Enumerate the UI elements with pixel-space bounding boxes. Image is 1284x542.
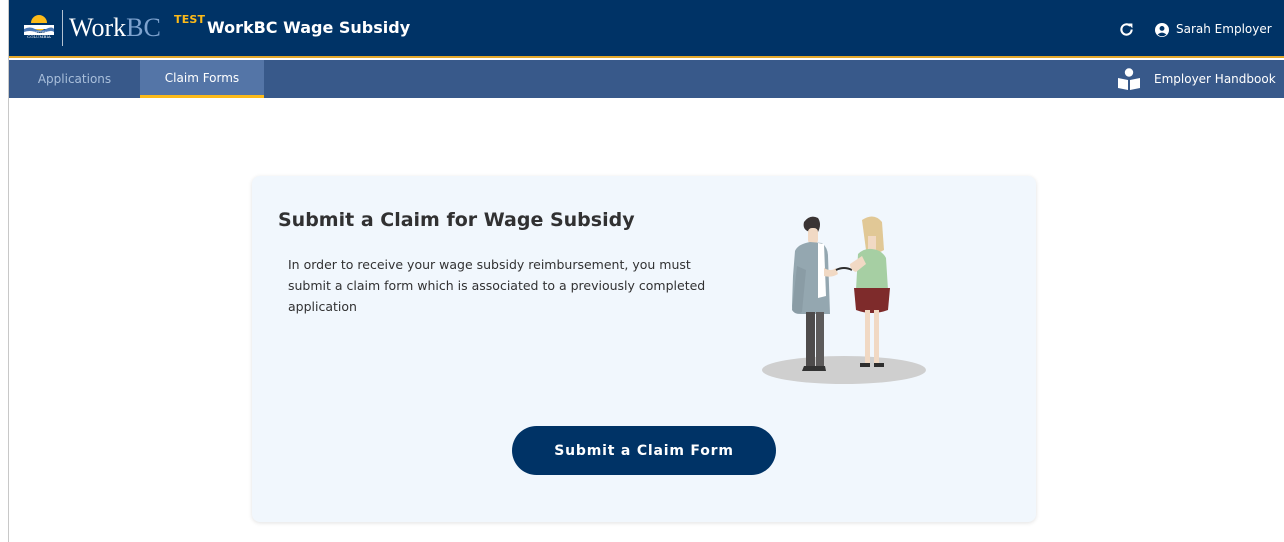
top-header: BRITISH COLUMBIA WorkBC TEST WorkBC Wage…	[9, 0, 1284, 58]
claim-card: Submit a Claim for Wage Subsidy In order…	[252, 176, 1036, 522]
workbc-logo-work: Work	[69, 13, 127, 42]
workbc-logo[interactable]: WorkBC	[69, 12, 161, 44]
refresh-icon[interactable]	[1119, 22, 1134, 37]
workbc-logo-bc: BC	[126, 13, 161, 42]
tab-applications[interactable]: Applications	[9, 60, 140, 98]
main-navigation: Applications Claim Forms Employer Handbo…	[9, 60, 1284, 98]
two-people-handshake-illustration	[762, 216, 926, 384]
app-title: WorkBC Wage Subsidy	[207, 18, 411, 37]
card-title: Submit a Claim for Wage Subsidy	[278, 209, 635, 231]
employer-handbook-link[interactable]: Employer Handbook	[1154, 60, 1276, 98]
logo-divider	[62, 10, 63, 46]
environment-badge: TEST	[174, 13, 206, 26]
submit-claim-form-button[interactable]: Submit a Claim Form	[512, 426, 776, 475]
user-name[interactable]: Sarah Employer	[1176, 22, 1272, 36]
app-window: BRITISH COLUMBIA WorkBC TEST WorkBC Wage…	[0, 0, 1284, 542]
bc-logo-caption: BRITISH COLUMBIA	[27, 30, 51, 39]
user-circle-icon[interactable]	[1155, 23, 1169, 37]
bc-government-logo-icon	[21, 11, 57, 45]
card-description: In order to receive your wage subsidy re…	[288, 257, 706, 314]
book-reader-icon[interactable]	[1117, 68, 1141, 90]
tab-claim-forms[interactable]: Claim Forms	[140, 60, 264, 98]
